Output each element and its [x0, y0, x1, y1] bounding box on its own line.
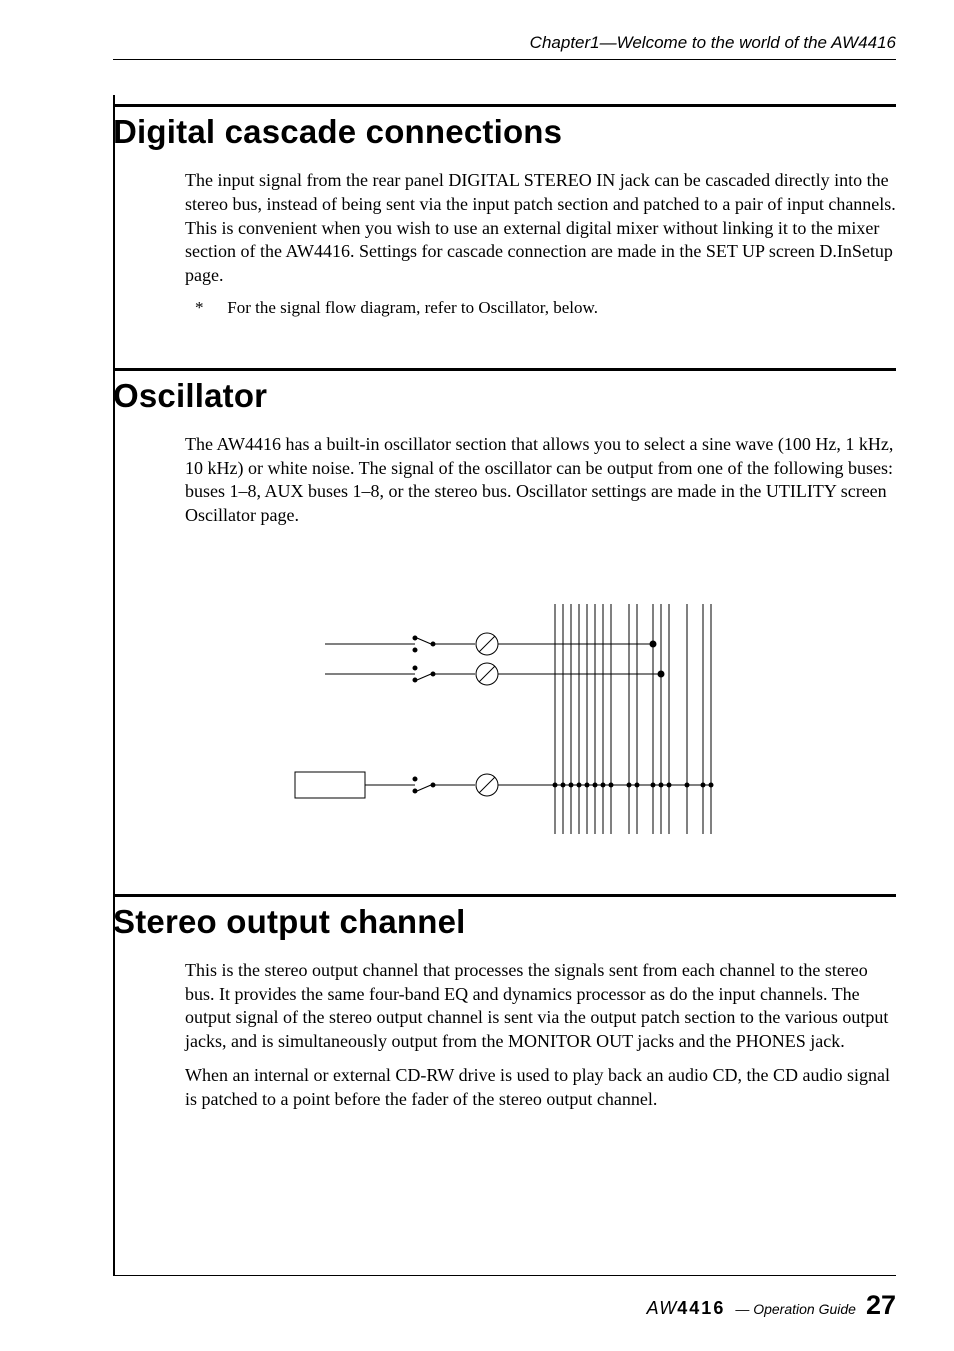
page-footer: AW4416 — Operation Guide 27	[647, 1290, 896, 1321]
section-rule	[113, 894, 896, 897]
running-header: Chapter1—Welcome to the world of the AW4…	[113, 33, 896, 53]
section-title: Oscillator	[113, 377, 896, 415]
section-stereo-output: Stereo output channel This is the stereo…	[113, 894, 896, 1112]
section-title: Stereo output channel	[113, 903, 896, 941]
bus-group-1	[555, 604, 611, 834]
bus-group-3	[687, 604, 711, 834]
section-digital-cascade: Digital cascade connections The input si…	[113, 104, 896, 318]
brand-mark: AW4416	[647, 1298, 726, 1319]
header-rule	[113, 59, 896, 60]
input-line-2	[325, 663, 664, 685]
oscillator-block	[295, 772, 711, 798]
footnote-text: For the signal flow diagram, refer to Os…	[227, 298, 598, 317]
section-body: The AW4416 has a built-in oscillator sec…	[185, 433, 896, 528]
asterisk-icon: *	[209, 298, 223, 318]
brand-prefix: AW	[647, 1298, 678, 1318]
section-title: Digital cascade connections	[113, 113, 896, 151]
footer-guide-label: — Operation Guide	[735, 1301, 856, 1317]
paragraph: The input signal from the rear panel DIG…	[185, 169, 896, 288]
section-body: The input signal from the rear panel DIG…	[185, 169, 896, 318]
paragraph: When an internal or external CD-RW drive…	[185, 1064, 896, 1112]
footnote: * For the signal flow diagram, refer to …	[209, 298, 896, 318]
brand-model: 4416	[677, 1298, 725, 1318]
diagram-svg	[255, 584, 755, 844]
section-body: This is the stereo output channel that p…	[185, 959, 896, 1112]
input-line-1	[325, 633, 656, 655]
section-oscillator: Oscillator The AW4416 has a built-in osc…	[113, 368, 896, 844]
left-margin-rule	[113, 95, 115, 1276]
footer-rule	[113, 1275, 896, 1276]
signal-flow-diagram	[113, 584, 896, 844]
paragraph: This is the stereo output channel that p…	[185, 959, 896, 1054]
section-rule	[113, 368, 896, 371]
paragraph: The AW4416 has a built-in oscillator sec…	[185, 433, 896, 528]
page-number: 27	[866, 1290, 896, 1321]
section-rule	[113, 104, 896, 107]
bus-group-2	[629, 604, 669, 834]
